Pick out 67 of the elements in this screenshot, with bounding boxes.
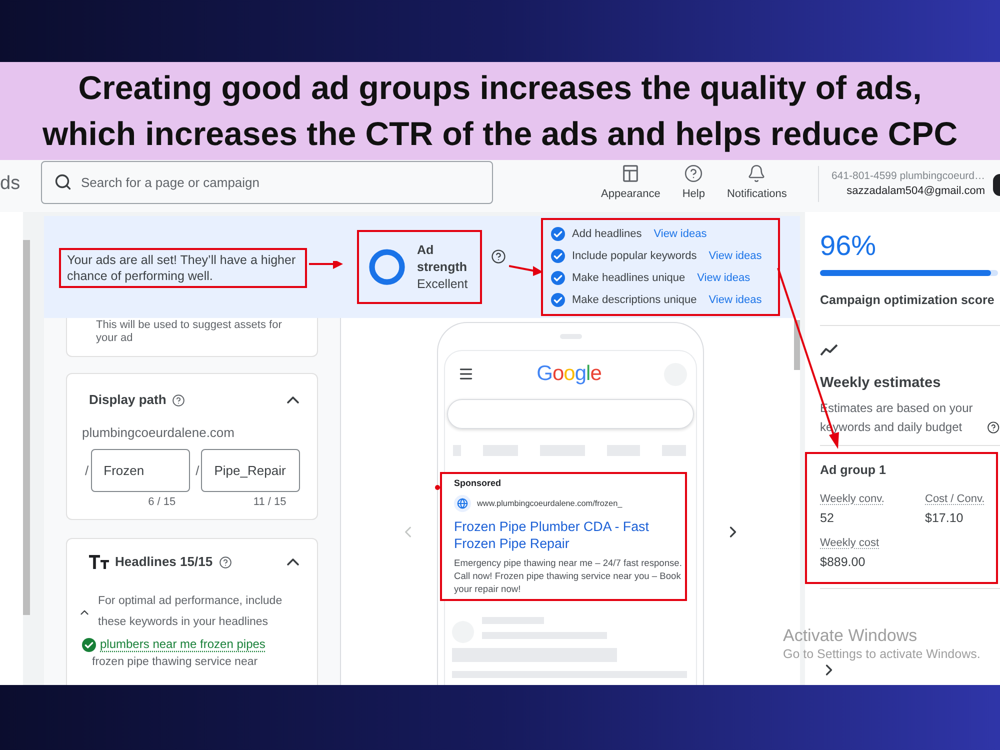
account-email: sazzadalam504@gmail.com: [846, 184, 985, 199]
metric-value: 52: [820, 510, 835, 526]
headline-text: Creating good ad groups increases the quality of ads,: [78, 68, 922, 108]
ad-group-name: Ad group 1: [820, 462, 887, 479]
globe-icon: [454, 495, 471, 512]
keyword-suggestion[interactable]: frozen pipe thawing service near: [92, 655, 258, 670]
path-input[interactable]: Frozen: [90, 449, 190, 492]
ad-strength-label: Ad strength: [417, 242, 468, 276]
strength-ring-icon: [367, 247, 407, 287]
help-icon[interactable]: [987, 421, 1000, 434]
header-action-button[interactable]: Appearance: [599, 164, 662, 201]
scrollbar[interactable]: [794, 320, 800, 370]
optimization-score: 96%: [820, 229, 878, 263]
view-ideas-link[interactable]: View ideas: [708, 248, 762, 264]
character-counter: 6 / 15: [148, 495, 176, 509]
metric-label: Weekly conv.: [820, 492, 886, 506]
metric-value: $889.00: [820, 554, 866, 570]
hint-text: This will be used to suggest assets for your ad: [96, 318, 283, 345]
metric-value: $17.10: [925, 510, 964, 526]
help-icon[interactable]: [218, 556, 232, 568]
ad-url: www.plumbingcoeurdalene.com/frozen_: [477, 498, 622, 508]
keyword-suggestion[interactable]: plumbers near me frozen pipes: [100, 636, 266, 653]
score-label: Campaign optimization score: [820, 292, 996, 309]
layout-icon: [621, 164, 640, 183]
header-action-button[interactable]: Help: [680, 164, 707, 201]
suggestion-text: Make descriptions unique: [572, 292, 697, 308]
ad-strength-rating: Excellent: [417, 276, 469, 292]
help-icon[interactable]: [172, 394, 186, 406]
estimates-title: Weekly estimates: [820, 374, 942, 393]
windows-activation-text: Go to Settings to activate Windows.: [783, 646, 980, 662]
search-icon: [54, 173, 72, 191]
trend-line-icon: [820, 344, 838, 356]
character-counter: 11 / 15: [253, 495, 286, 509]
metric-label: Weekly cost: [820, 536, 880, 550]
text-size-icon: [89, 555, 109, 569]
keyword-tip: For optimal ad performance, include these keywords in your headlines: [98, 594, 284, 630]
search-logo: Google: [536, 362, 602, 386]
status-message: Your ads are all set! They’ll have a higher chance of performing well.: [59, 248, 307, 288]
metric-label: Cost / Conv.: [925, 492, 986, 506]
avatar-icon[interactable]: [993, 174, 1000, 196]
suggestion-text: Include popular keywords: [572, 248, 697, 264]
windows-activation-title: Activate Windows: [783, 626, 918, 646]
product-name-fragment: ds: [0, 173, 20, 194]
path-input[interactable]: Pipe_Repair: [201, 449, 300, 492]
ad-description: Emergency pipe thawing near me – 24/7 fast response. Call now! Frozen pipe thawing service near you – Book your repair now!: [454, 557, 682, 596]
view-ideas-link[interactable]: View ideas: [697, 270, 750, 286]
path-separator: /: [196, 462, 200, 480]
suggestion-text: Add headlines: [572, 226, 642, 242]
bell-icon: [747, 164, 766, 183]
help-icon[interactable]: [491, 248, 506, 264]
menu-icon[interactable]: [458, 366, 474, 382]
account-name: 641-801-4599 plumbingcoeurd…: [831, 169, 985, 184]
card-title: Headlines 15/15: [115, 553, 213, 571]
sponsored-label: Sponsored: [454, 477, 502, 489]
header-action-button[interactable]: Notifications: [724, 164, 789, 201]
scrollbar[interactable]: [23, 240, 30, 615]
help-icon: [684, 164, 704, 183]
view-ideas-link[interactable]: View ideas: [654, 226, 707, 242]
ad-title-link[interactable]: Frozen Pipe Plumber CDA - Fast Frozen Pipe Repair: [454, 518, 669, 552]
card-title: Display path: [89, 391, 166, 409]
headline-text: which increases the CTR of the ads and helps reduce CPC: [42, 114, 958, 154]
path-separator: /: [85, 462, 89, 480]
view-ideas-link[interactable]: View ideas: [708, 292, 762, 308]
search-field[interactable]: Search for a page or campaign: [41, 161, 493, 204]
sponsored-result[interactable]: [440, 472, 687, 601]
suggestion-text: Make headlines unique: [572, 270, 686, 286]
display-domain: plumbingcoeurdalene.com: [82, 424, 236, 442]
